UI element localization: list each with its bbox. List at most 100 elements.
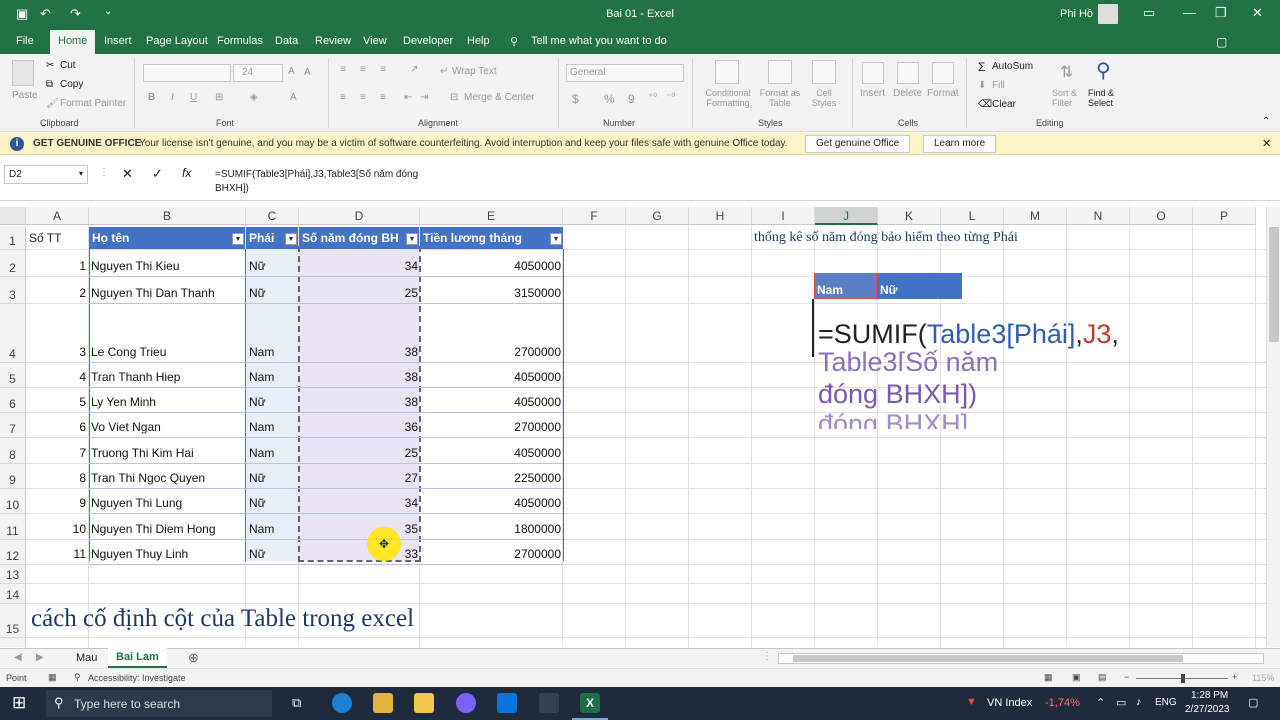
- cell-tien-luong[interactable]: 2700000: [421, 420, 561, 434]
- insert-cells-icon[interactable]: [862, 62, 884, 84]
- zoom-slider-thumb[interactable]: [1181, 674, 1185, 683]
- cell-tien-luong[interactable]: 4050000: [421, 496, 561, 510]
- header-so-nam[interactable]: Số năm đóng BH: [299, 227, 419, 249]
- cell-so-nam[interactable]: 38: [300, 345, 418, 359]
- cell-tien-luong[interactable]: 2250000: [421, 471, 561, 485]
- wrap-text-button[interactable]: Wrap Text: [452, 66, 497, 77]
- cell-tien-luong[interactable]: 3150000: [421, 286, 561, 300]
- cell-stt[interactable]: 1: [26, 259, 86, 273]
- sheet-tab-mau[interactable]: Mau: [76, 652, 97, 664]
- sort-filter-button[interactable]: Sort & Filter: [1052, 88, 1088, 108]
- tab-page-layout[interactable]: Page Layout: [146, 35, 208, 47]
- tab-data[interactable]: Data: [275, 35, 298, 47]
- zoom-out-icon[interactable]: −: [1124, 672, 1129, 682]
- orientation-icon[interactable]: ↗: [410, 64, 418, 75]
- in-cell-formula-line1[interactable]: =SUMIF(Table3[Phái],J3,: [818, 319, 1119, 350]
- currency-button[interactable]: $: [572, 92, 579, 106]
- cell-tien-luong[interactable]: 2700000: [421, 547, 561, 561]
- align-bottom-icon[interactable]: ≡: [380, 64, 386, 75]
- vertical-scrollbar[interactable]: [1266, 207, 1280, 647]
- cell-styles-button[interactable]: Cell Styles: [804, 88, 844, 108]
- row-header-10[interactable]: 10: [0, 489, 26, 514]
- minimize-icon[interactable]: —: [1183, 5, 1196, 20]
- autosum-button[interactable]: AutoSum: [992, 61, 1033, 72]
- tab-home[interactable]: Home: [50, 30, 96, 54]
- comments-icon[interactable]: ▢: [1216, 35, 1227, 49]
- cell-phai[interactable]: Nữ: [249, 259, 297, 273]
- name-box[interactable]: D2 ▾: [4, 165, 88, 184]
- edge-icon[interactable]: [332, 693, 352, 713]
- cell-so-nam[interactable]: 25: [300, 446, 418, 460]
- align-center-icon[interactable]: ≡: [360, 92, 366, 103]
- row-header-2[interactable]: 2: [0, 250, 26, 277]
- paste-button[interactable]: Paste: [12, 90, 38, 101]
- row-header-15[interactable]: 15: [0, 604, 26, 638]
- page-break-view-icon[interactable]: ▤: [1098, 672, 1107, 683]
- horizontal-scrollbar[interactable]: [778, 653, 1264, 664]
- copy-button[interactable]: Copy: [60, 79, 83, 90]
- cell-stt[interactable]: 4: [26, 370, 86, 384]
- row-header-14[interactable]: 14: [0, 584, 26, 604]
- zoom-in-icon[interactable]: +: [1232, 672, 1237, 682]
- filter-dropdown-icon[interactable]: ▼: [406, 233, 418, 245]
- cell-tien-luong[interactable]: 4050000: [421, 446, 561, 460]
- cut-icon[interactable]: ✂: [46, 60, 54, 71]
- sort-filter-icon[interactable]: ⇅: [1060, 62, 1073, 82]
- cell-ho-ten[interactable]: Tran Thanh Hiep: [91, 370, 245, 384]
- align-left-icon[interactable]: ≡: [340, 92, 346, 103]
- tray-chevron-icon[interactable]: ⌃: [1096, 696, 1105, 709]
- cell-tien-luong[interactable]: 4050000: [421, 259, 561, 273]
- merge-center-button[interactable]: Merge & Center: [464, 92, 535, 103]
- column-header-j[interactable]: J: [815, 207, 878, 225]
- cell-ho-ten[interactable]: Vo Viet Ngan: [91, 420, 245, 434]
- accessibility-icon[interactable]: ⚲: [74, 672, 81, 683]
- find-select-icon[interactable]: ⚲: [1096, 58, 1111, 83]
- cut-button[interactable]: Cut: [60, 60, 76, 71]
- fill-icon[interactable]: ⬇: [978, 80, 986, 91]
- cell-styles-icon[interactable]: [812, 60, 836, 84]
- cell-tien-luong[interactable]: 4050000: [421, 395, 561, 409]
- mail-icon[interactable]: [497, 693, 517, 713]
- cell-stt[interactable]: 7: [26, 446, 86, 460]
- cell-phai[interactable]: Nữ: [249, 496, 297, 510]
- collapse-ribbon-icon[interactable]: ⌃: [1262, 116, 1270, 127]
- add-sheet-icon[interactable]: ⊕: [188, 650, 199, 666]
- cell-ho-ten[interactable]: Le Cong Trieu: [91, 345, 245, 359]
- row-header-9[interactable]: 9: [0, 464, 26, 489]
- normal-view-icon[interactable]: ▦: [1044, 672, 1053, 683]
- file-explorer-icon[interactable]: [414, 693, 434, 713]
- header-tien-luong[interactable]: Tiền lương tháng: [420, 227, 563, 249]
- column-header-g[interactable]: G: [626, 207, 689, 225]
- column-header-c[interactable]: C: [246, 207, 299, 225]
- cell-ho-ten[interactable]: Nguyen Thi Kieu: [91, 259, 245, 273]
- clear-icon[interactable]: ⌫: [978, 99, 992, 110]
- avatar[interactable]: [1098, 4, 1118, 24]
- column-header-f[interactable]: F: [563, 207, 626, 225]
- filter-dropdown-icon[interactable]: ▼: [232, 233, 244, 245]
- cell-so-nam[interactable]: 38: [300, 370, 418, 384]
- vertical-scroll-thumb[interactable]: [1269, 227, 1279, 342]
- get-genuine-office-button[interactable]: Get genuine Office: [805, 135, 911, 153]
- clear-button[interactable]: Clear: [992, 99, 1016, 110]
- increase-decimal-icon[interactable]: ⁺⁰: [648, 92, 657, 103]
- cell-tien-luong[interactable]: 2700000: [421, 345, 561, 359]
- row-header-3[interactable]: 3: [0, 277, 26, 304]
- insert-cells-button[interactable]: Insert: [860, 88, 885, 99]
- cell-so-nam[interactable]: 35: [300, 522, 418, 536]
- accessibility-status[interactable]: Accessibility: Investigate: [88, 673, 186, 683]
- cell-so-nam[interactable]: 36: [300, 420, 418, 434]
- cell-stt[interactable]: 5: [26, 395, 86, 409]
- cell-phai[interactable]: Nữ: [249, 547, 297, 561]
- row-header-8[interactable]: 8: [0, 438, 26, 464]
- header-ho-ten[interactable]: Họ tên: [89, 227, 245, 249]
- row-header-6[interactable]: 6: [0, 388, 26, 413]
- cell-stt[interactable]: 2: [26, 286, 86, 300]
- align-right-icon[interactable]: ≡: [380, 92, 386, 103]
- cell-ho-ten[interactable]: Nguyen Thi Dan Thanh: [91, 286, 245, 300]
- column-header-h[interactable]: H: [689, 207, 752, 225]
- prev-sheet-icon[interactable]: ◀: [14, 652, 22, 663]
- format-cells-button[interactable]: Format: [927, 88, 959, 99]
- cell-phai[interactable]: Nam: [249, 345, 297, 359]
- next-sheet-icon[interactable]: ▶: [36, 652, 44, 663]
- cell-phai[interactable]: Nam: [249, 522, 297, 536]
